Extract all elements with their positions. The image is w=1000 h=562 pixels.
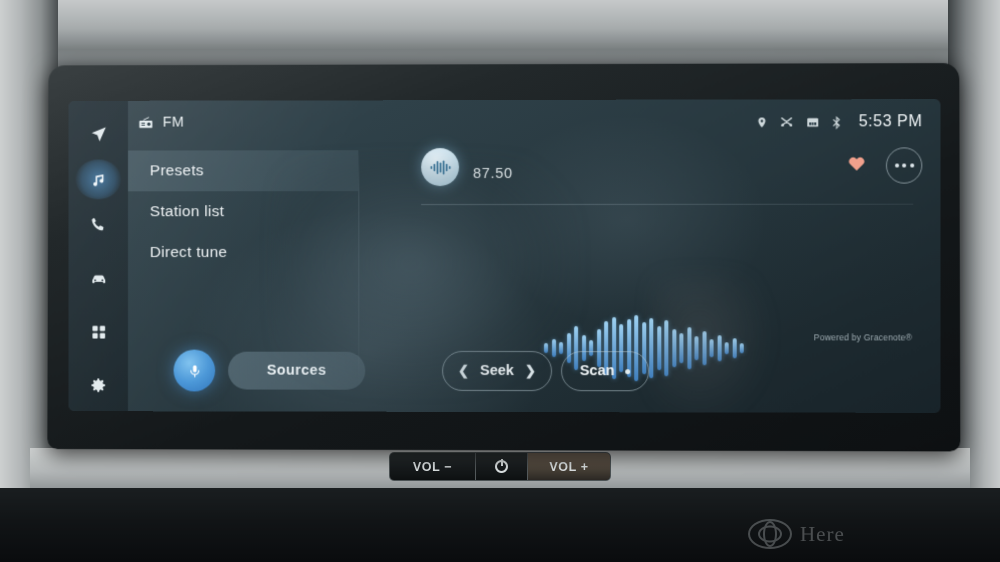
sim-card-icon bbox=[806, 116, 819, 128]
sources-button[interactable]: Sources bbox=[228, 352, 365, 390]
heart-icon[interactable] bbox=[848, 154, 866, 176]
toyota-logo: Here bbox=[748, 512, 978, 556]
power-button[interactable] bbox=[476, 453, 528, 480]
waveform-bar bbox=[559, 342, 563, 354]
waveform-bar bbox=[664, 320, 668, 376]
source-label: FM bbox=[163, 115, 185, 131]
dot bbox=[910, 163, 914, 167]
waveform-bar bbox=[710, 339, 714, 357]
power-icon bbox=[495, 460, 508, 473]
bluetooth-connected-icon bbox=[780, 115, 794, 129]
sidebar-item-apps[interactable] bbox=[76, 312, 121, 351]
radio-menu-list: Presets Station list Direct tune bbox=[128, 150, 358, 273]
voice-mic-button[interactable] bbox=[174, 350, 216, 392]
menu-item-presets[interactable]: Presets bbox=[128, 150, 358, 191]
sidebar-rail bbox=[69, 101, 128, 411]
dot bbox=[902, 163, 906, 167]
waveform-bar bbox=[687, 327, 691, 369]
toyota-emblem-icon bbox=[748, 519, 792, 549]
pane-divider bbox=[358, 150, 359, 390]
sidebar-item-vehicle[interactable] bbox=[76, 259, 121, 298]
waveform-bar bbox=[657, 326, 661, 370]
now-playing-info: 87.50 bbox=[421, 148, 513, 186]
station-frequency: 87.50 bbox=[473, 166, 513, 182]
waveform-bar bbox=[702, 331, 706, 365]
scan-indicator-dot bbox=[626, 369, 631, 374]
menu-item-station-list[interactable]: Station list bbox=[128, 191, 358, 232]
source-header[interactable]: FM bbox=[138, 115, 184, 131]
screen-ui: FM 5:53 PM Presets Station list Direct t… bbox=[69, 99, 941, 413]
waveform-bar bbox=[694, 336, 698, 360]
dot bbox=[895, 163, 899, 167]
status-bar: 5:53 PM bbox=[756, 113, 923, 131]
navigation-arrow-icon bbox=[89, 125, 108, 144]
sidebar-item-phone[interactable] bbox=[76, 205, 121, 244]
menu-item-direct-tune[interactable]: Direct tune bbox=[128, 232, 358, 273]
physical-volume-controls: VOL − VOL + bbox=[389, 452, 611, 481]
waveform-bar bbox=[649, 318, 653, 378]
waveform-bar bbox=[679, 333, 683, 363]
apps-grid-icon bbox=[90, 323, 107, 340]
watermark-text: Here bbox=[800, 522, 845, 547]
seek-control[interactable]: ❮ Seek ❯ bbox=[442, 351, 552, 391]
gracenote-attribution: Powered by Gracenote® bbox=[814, 332, 912, 342]
location-pin-icon bbox=[756, 115, 768, 129]
status-clock: 5:53 PM bbox=[859, 113, 923, 131]
infotainment-screen[interactable]: FM 5:53 PM Presets Station list Direct t… bbox=[69, 99, 941, 413]
waveform-bar bbox=[725, 342, 729, 354]
radio-icon bbox=[138, 115, 154, 131]
phone-icon bbox=[89, 216, 107, 234]
sidebar-item-navigation[interactable] bbox=[76, 115, 121, 154]
car-icon bbox=[88, 268, 109, 289]
waveform-bar bbox=[672, 329, 676, 367]
music-note-icon bbox=[89, 170, 108, 189]
waveform-bar bbox=[544, 343, 548, 353]
dashboard-upper-trim bbox=[0, 0, 1000, 62]
more-options-button[interactable] bbox=[886, 147, 922, 183]
now-playing-actions bbox=[848, 147, 923, 183]
gear-icon bbox=[89, 377, 107, 395]
now-playing-divider bbox=[421, 204, 913, 205]
scan-label: Scan bbox=[580, 363, 615, 379]
volume-down-button[interactable]: VOL − bbox=[390, 453, 476, 480]
waveform-bar bbox=[732, 338, 736, 358]
volume-up-button[interactable]: VOL + bbox=[528, 453, 610, 480]
sidebar-item-settings[interactable] bbox=[76, 366, 121, 405]
sidebar-item-media[interactable] bbox=[76, 160, 121, 199]
microphone-icon bbox=[187, 363, 202, 378]
radio-wave-icon bbox=[421, 148, 459, 186]
seek-label: Seek bbox=[480, 363, 514, 379]
waveform-bar bbox=[740, 343, 744, 353]
waveform-bar bbox=[552, 339, 556, 357]
chevron-left-icon[interactable]: ❮ bbox=[458, 363, 469, 379]
bluetooth-icon bbox=[831, 115, 841, 129]
chevron-right-icon[interactable]: ❯ bbox=[525, 363, 536, 379]
scan-button[interactable]: Scan bbox=[561, 351, 649, 391]
waveform-bar bbox=[717, 335, 721, 361]
